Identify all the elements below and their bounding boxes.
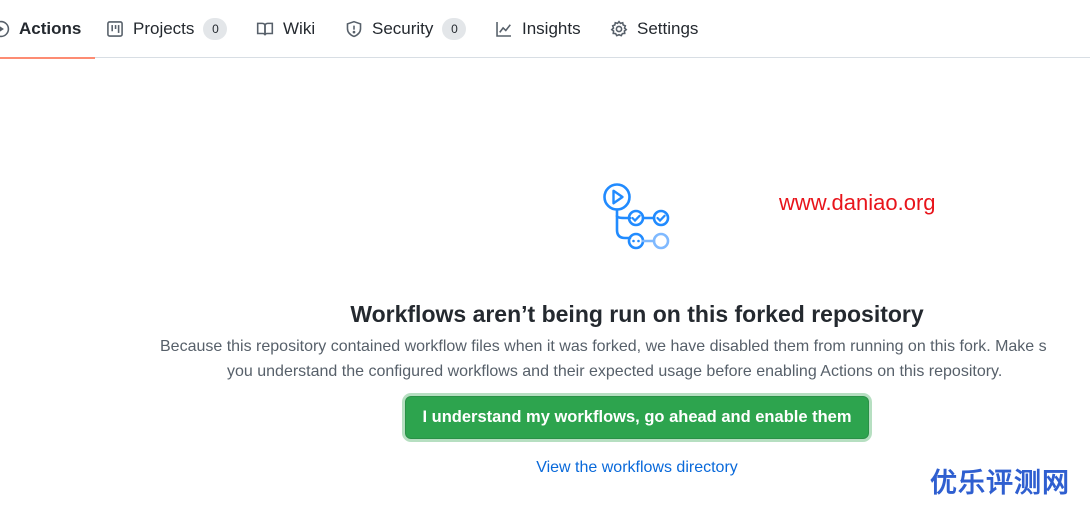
book-icon	[256, 20, 274, 38]
tab-settings[interactable]: Settings	[610, 0, 698, 58]
tab-security[interactable]: Security 0	[345, 0, 467, 58]
tab-label: Projects	[133, 19, 195, 38]
tab-label: Settings	[637, 19, 699, 38]
workflows-directory-link[interactable]: View the workflows directory	[0, 459, 1090, 477]
blankslate-title: Workflows aren’t being run on this forke…	[350, 301, 924, 328]
repo-tab-bar: Actions Projects 0 Wiki Security 0 Insig…	[0, 0, 1090, 59]
tab-projects[interactable]: Projects 0	[106, 0, 228, 58]
brand-watermark: 优乐评测网	[930, 468, 1070, 499]
security-counter: 0	[442, 18, 467, 40]
shield-icon	[345, 20, 363, 38]
tab-label: Insights	[522, 19, 581, 38]
tab-label: Wiki	[283, 19, 316, 38]
projects-counter: 0	[203, 18, 228, 40]
active-tab-underline	[0, 57, 96, 59]
tab-wiki[interactable]: Wiki	[256, 0, 315, 58]
gear-icon	[610, 20, 628, 38]
watermark-text: www.daniao.org	[779, 190, 936, 215]
description-line-1: Because this repository contained workfl…	[160, 338, 1047, 355]
workflow-icon	[603, 183, 670, 250]
play-icon	[0, 20, 10, 38]
blankslate-description: Because this repository contained workfl…	[160, 334, 1090, 384]
enable-workflows-button[interactable]: I understand my workflows, go ahead and …	[405, 396, 869, 439]
project-board-icon	[106, 20, 124, 38]
tab-label: Security	[372, 19, 434, 38]
tab-label: Actions	[19, 19, 82, 38]
description-line-2: you understand the configured workflows …	[227, 363, 1003, 380]
tab-insights[interactable]: Insights	[495, 0, 581, 58]
tab-actions[interactable]: Actions	[0, 0, 96, 59]
graph-icon	[495, 20, 513, 38]
